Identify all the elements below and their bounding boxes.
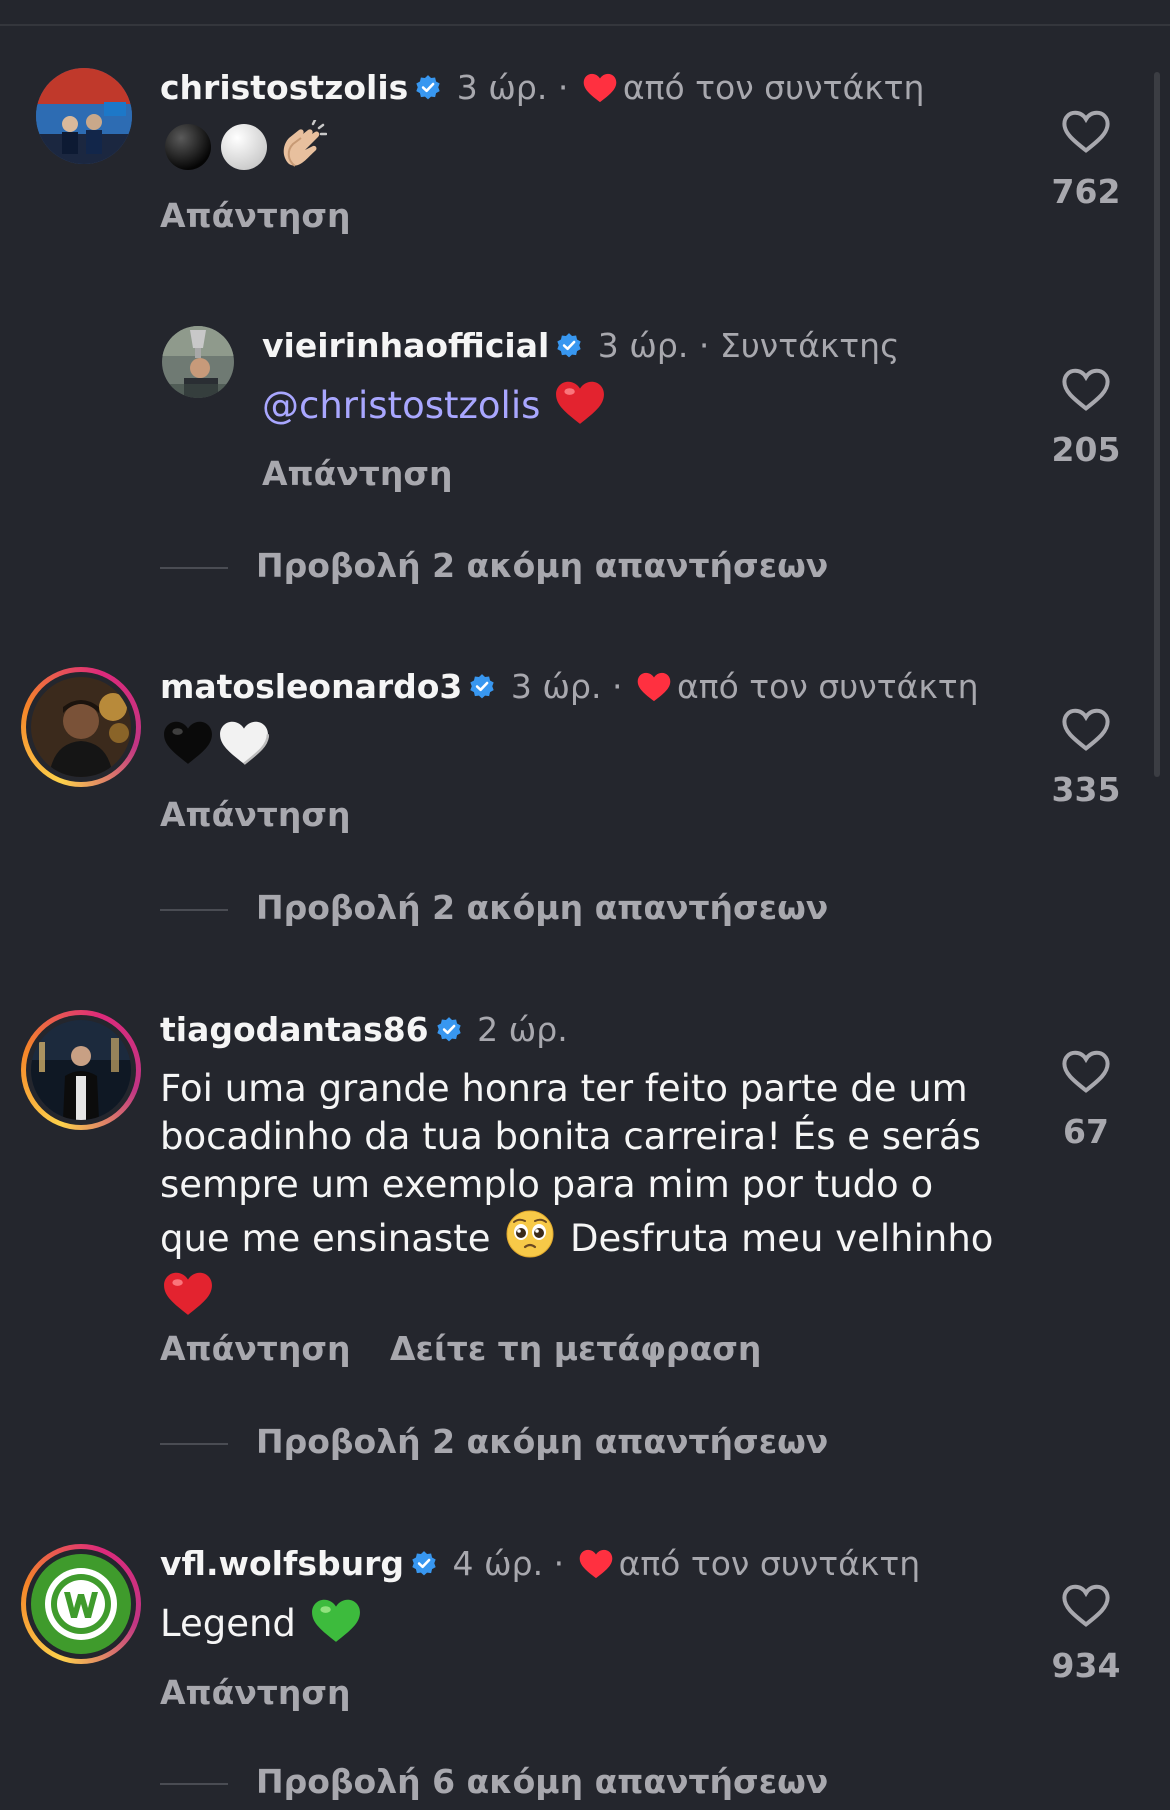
like-count: 67 (1063, 1112, 1109, 1151)
timestamp: 3 ώρ. (456, 68, 548, 107)
like-control: 934 (1041, 1584, 1131, 1685)
pleading-face-emoji (505, 1209, 555, 1271)
avatar[interactable] (31, 677, 131, 777)
heart-outline-icon[interactable] (1062, 110, 1110, 158)
comment-header: vfl.wolfsburg 4 ώρ. · από τον συντάκτη (160, 1544, 920, 1588)
username[interactable]: tiagodantas86 (160, 1010, 429, 1049)
comment-text: Foi uma grande honra ter feito parte de … (160, 1065, 1010, 1329)
verified-badge-icon (468, 670, 496, 710)
divider-dash (160, 567, 228, 569)
like-control: 67 (1041, 1050, 1131, 1151)
reply-button[interactable]: Απάντηση (160, 1673, 351, 1712)
author-liked-label: από τον συντάκτη (676, 667, 979, 706)
view-more-label: Προβολή 2 ακόμη απαντήσεων (256, 1422, 829, 1461)
comment-text: @christostzolis (262, 380, 608, 438)
timestamp: 2 ώρ. (477, 1010, 568, 1049)
author-liked-label: από τον συντάκτη (622, 68, 925, 107)
username[interactable]: christostzolis (160, 68, 408, 107)
clapping-hands-emoji (275, 118, 328, 184)
green-heart-emoji (311, 1598, 361, 1656)
heart-outline-icon[interactable] (1062, 708, 1110, 756)
view-more-label: Προβολή 2 ακόμη απαντήσεων (256, 546, 829, 585)
comment-text-body: Legend (160, 1602, 296, 1645)
verified-badge-icon (555, 329, 583, 369)
heart-outline-icon[interactable] (1062, 1050, 1110, 1098)
avatar[interactable] (162, 326, 234, 398)
red-heart-emoji (555, 380, 605, 438)
timestamp: 3 ώρ. (597, 326, 689, 365)
like-control: 762 (1041, 110, 1131, 211)
red-heart-icon (637, 671, 671, 711)
username[interactable]: matosleonardo3 (160, 667, 462, 706)
avatar[interactable] (31, 1020, 131, 1120)
black-circle-emoji (163, 122, 213, 184)
white-circle-emoji (219, 122, 269, 184)
view-more-label: Προβολή 2 ακόμη απαντήσεων (256, 888, 829, 927)
comment-header: christostzolis 3 ώρ. · από τον συντάκτη (160, 68, 924, 112)
like-control: 205 (1041, 368, 1131, 469)
scrollbar[interactable] (1154, 72, 1160, 777)
username[interactable]: vieirinhaofficial (262, 326, 549, 365)
black-heart-emoji (163, 720, 213, 778)
comment-text (160, 118, 330, 184)
top-divider (0, 24, 1170, 26)
like-control: 335 (1041, 708, 1131, 809)
red-heart-icon (583, 72, 617, 112)
avatar[interactable] (36, 68, 132, 164)
like-count: 934 (1051, 1646, 1121, 1685)
red-heart-emoji (163, 1271, 213, 1329)
separator: · (553, 1544, 565, 1583)
comment-header: tiagodantas86 2 ώρ. (160, 1010, 568, 1053)
comment-text: Legend (160, 1598, 364, 1656)
verified-badge-icon (414, 71, 442, 111)
divider-dash (160, 1443, 228, 1445)
verified-badge-icon (435, 1013, 463, 1053)
divider-dash (160, 909, 228, 911)
reply-button[interactable]: Απάντηση (160, 196, 351, 235)
red-heart-icon (579, 1548, 613, 1588)
divider-dash (160, 1783, 228, 1785)
comment-text (160, 720, 272, 778)
separator: · (557, 68, 569, 107)
author-liked-label: από τον συντάκτη (618, 1544, 921, 1583)
reply-button[interactable]: Απάντηση (160, 795, 351, 834)
comment-text-part2: Desfruta meu velhinho (570, 1217, 994, 1260)
author-tag: · Συντάκτης (698, 326, 900, 365)
heart-outline-icon[interactable] (1062, 368, 1110, 416)
like-count: 762 (1051, 172, 1121, 211)
comment-header: matosleonardo3 3 ώρ. · από τον συντάκτη (160, 667, 979, 711)
see-translation-button[interactable]: Δείτε τη μετάφραση (390, 1329, 761, 1368)
avatar[interactable] (31, 1554, 131, 1654)
view-more-label: Προβολή 6 ακόμη απαντήσεων (256, 1762, 829, 1801)
comment-header: vieirinhaofficial 3 ώρ. · Συντάκτης (262, 326, 899, 369)
mention-link[interactable]: @christostzolis (262, 384, 540, 427)
like-count: 335 (1051, 770, 1121, 809)
username[interactable]: vfl.wolfsburg (160, 1544, 404, 1583)
heart-outline-icon[interactable] (1062, 1584, 1110, 1632)
like-count: 205 (1051, 430, 1121, 469)
verified-badge-icon (410, 1547, 438, 1587)
white-heart-emoji (219, 720, 270, 778)
reply-button[interactable]: Απάντηση (262, 454, 453, 493)
reply-button[interactable]: Απάντηση (160, 1329, 351, 1368)
separator: · (611, 667, 623, 706)
timestamp: 3 ώρ. (510, 667, 602, 706)
timestamp: 4 ώρ. (452, 1544, 544, 1583)
